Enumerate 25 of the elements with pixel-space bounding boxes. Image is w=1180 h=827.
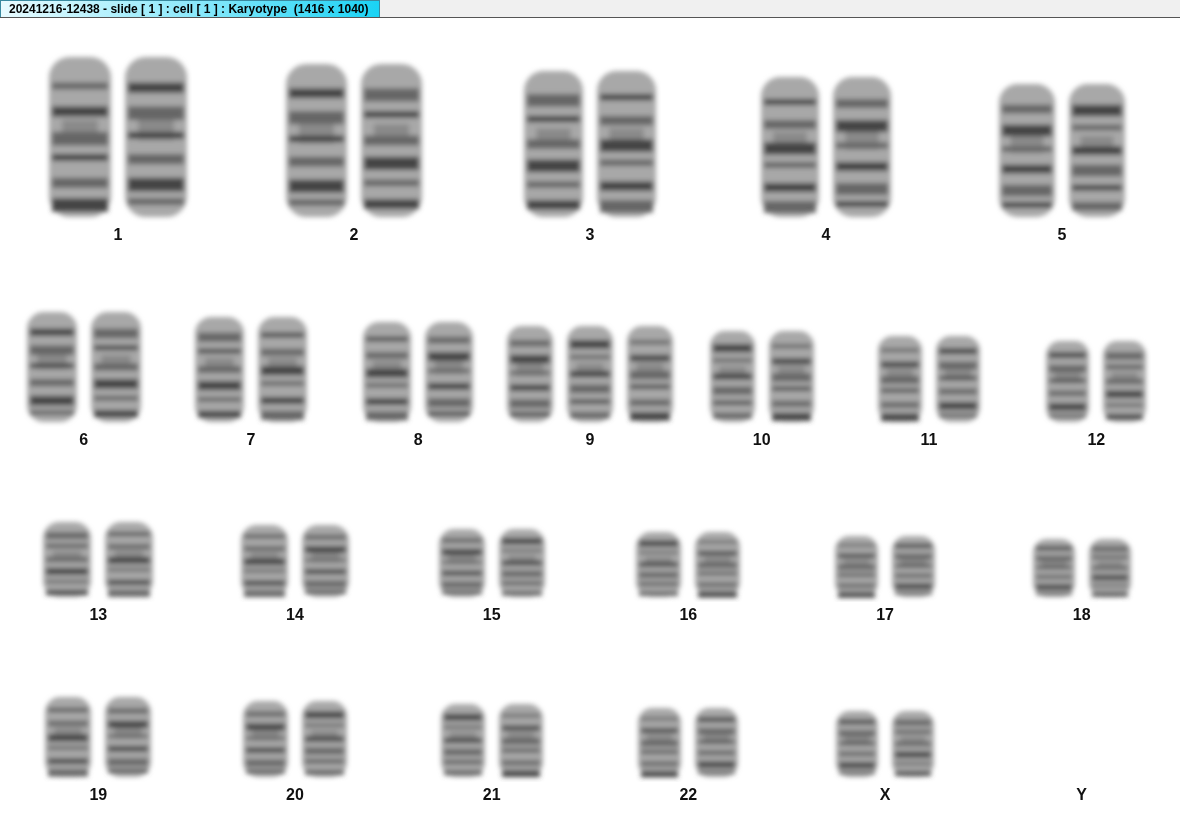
chromosome-label: 10 xyxy=(752,431,771,449)
chromosome-label: 21 xyxy=(482,786,501,804)
chromosome-label: 5 xyxy=(1057,226,1067,244)
chromosome-label: 19 xyxy=(89,786,108,804)
window-title[interactable]: 20241216-12438 - slide [ 1 ] : cell [ 1 ] : Karyotype (1416 x 1040) xyxy=(0,0,380,17)
chromosome-label: 22 xyxy=(679,786,698,804)
chromosome-label: 9 xyxy=(585,431,595,449)
chromosome-label: 18 xyxy=(1072,606,1091,624)
chromosome-label: Y xyxy=(1076,786,1088,804)
chromosome-label: 20 xyxy=(286,786,304,804)
chromosome-label: 17 xyxy=(876,606,894,624)
chromosome-label: 1 xyxy=(113,226,123,244)
chromosome-label: 13 xyxy=(89,606,108,624)
chromosome-label: 15 xyxy=(482,606,501,624)
chromosome-label: 4 xyxy=(821,226,831,244)
chromosome-label: X xyxy=(879,786,891,804)
chromosome-label: 12 xyxy=(1087,431,1106,449)
chromosome-label: 11 xyxy=(920,431,938,449)
chromosome-label: 3 xyxy=(585,226,595,244)
chromosome-label: 2 xyxy=(349,226,359,244)
chromosome-label: 16 xyxy=(679,606,698,624)
chromosome-label: 6 xyxy=(79,431,89,449)
chromosome-label: 7 xyxy=(246,431,256,449)
chromosome-label: 14 xyxy=(286,606,304,624)
chromosome-label: 8 xyxy=(413,431,423,449)
